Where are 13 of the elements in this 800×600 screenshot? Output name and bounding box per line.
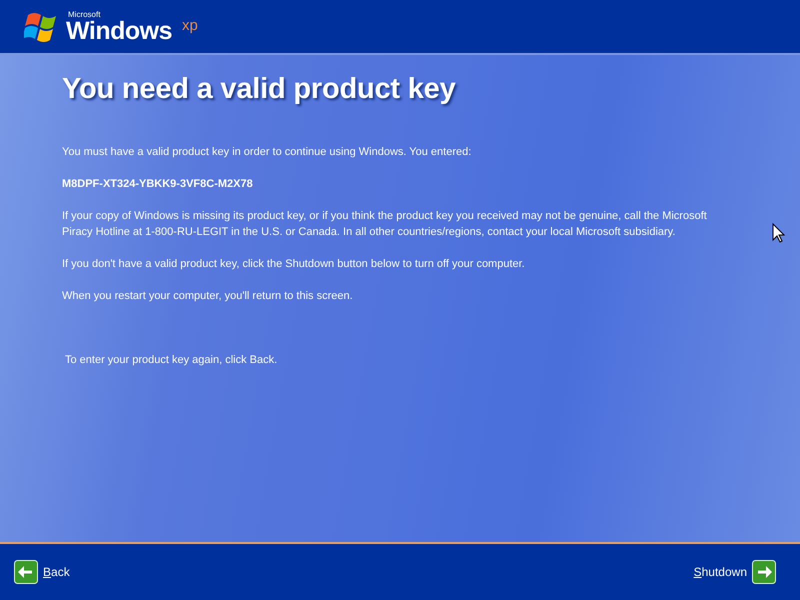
paragraph: If you don't have a valid product key, click the Shutdown button below to turn off your computer.: [62, 257, 526, 272]
back-hint: To enter your product key again, click Back.: [65, 353, 278, 368]
mouse-pointer-icon: [772, 223, 785, 243]
company-name: Microsoft: [68, 10, 102, 18]
page-title: You need a valid product key: [62, 73, 457, 106]
back-button[interactable]: Back: [14, 560, 70, 584]
paragraph: If your copy of Windows is missing its product key, or if you think the product key you received may not be genuine, call the Microsoft Piracy Hotline at 1-800-RU-LEGIT in the U.S. or Canada. In all other countries/regions, contact your local Microsoft subsidiary.: [62, 209, 708, 240]
paragraph: When you restart your computer, you'll return to this screen.: [62, 289, 354, 304]
edition-label: xp: [182, 16, 198, 34]
shutdown-button[interactable]: Shutdown: [694, 560, 776, 584]
product-name: Windows: [66, 18, 172, 42]
product-key: M8DPF-XT324-YBKK9-3VF8C-M2X78: [62, 176, 740, 192]
paragraph: You must have a valid product key in order to continue using Windows. You entered:: [62, 145, 472, 160]
